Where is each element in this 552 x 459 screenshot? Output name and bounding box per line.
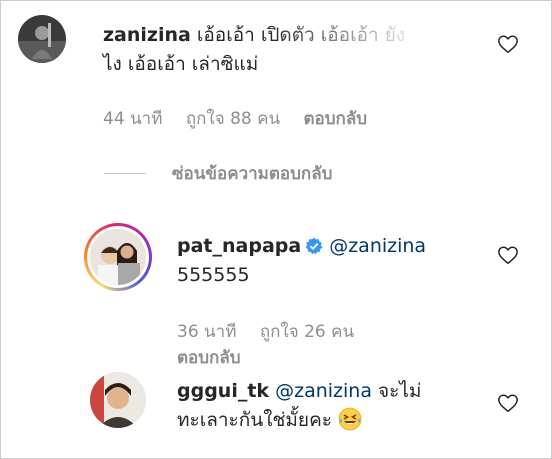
comment-text-line2: ทะเลาะกันใช่มั้ยคะ: [177, 409, 332, 431]
reply-button[interactable]: ตอบกลับ: [304, 109, 368, 129]
avatar-photo-icon: [18, 15, 66, 63]
mention-link[interactable]: @zanizina: [329, 235, 426, 257]
comment-likes[interactable]: ถูกใจ 88 คน: [186, 109, 280, 129]
comment-likes[interactable]: ถูกใจ 26 คน: [260, 322, 354, 342]
avatar-zanizina[interactable]: [18, 15, 66, 63]
reply-button[interactable]: ตอบกลับ: [177, 348, 241, 368]
avatar-pat-napapa[interactable]: [90, 229, 146, 285]
comment-text: 555555: [177, 264, 250, 286]
comment-time[interactable]: 44 นาที: [103, 109, 162, 129]
like-heart-icon[interactable]: [497, 392, 519, 414]
comment-username[interactable]: zanizina: [103, 24, 191, 46]
comment-time[interactable]: 36 นาที: [177, 322, 236, 342]
avatar-gggui-tk[interactable]: [90, 372, 146, 428]
like-heart-icon[interactable]: [497, 244, 519, 266]
mention-link[interactable]: @zanizina: [275, 380, 372, 402]
comment-body: gggui_tk @zanizina จะไม่ ทะเลาะกันใช่มั้…: [177, 377, 497, 435]
hide-replies-button[interactable]: ซ่อนข้อความตอบกลับ: [104, 160, 332, 187]
comment-meta: 44 นาที ถูกใจ 88 คน ตอบกลับ: [103, 105, 385, 132]
comment-body: zanizina เอ้อเอ้า เปิดตัว เอ้อเอ้า ยัง ไ…: [103, 21, 463, 79]
comment-meta: 36 นาที ถูกใจ 26 คน: [177, 318, 372, 345]
grinning-squinting-tears-emoji-icon: [338, 407, 362, 431]
comment-body: pat_napapa @zanizina 555555: [177, 232, 477, 290]
comment-text-line1: จะไม่: [378, 380, 422, 402]
verified-badge-icon: [305, 235, 323, 255]
comment-username[interactable]: gggui_tk: [177, 380, 269, 402]
divider-line: [104, 173, 146, 174]
comment-username[interactable]: pat_napapa: [177, 235, 301, 257]
avatar-photo-icon: [90, 372, 146, 428]
comment-text-line2: ไง เอ้อเอ้า เล่าซิแม่: [103, 53, 259, 75]
comment-text-line1: เอ้อเอ้า เปิดตัว เอ้อเอ้า ยัง: [196, 24, 406, 46]
comment-meta-reply: ตอบกลับ: [177, 344, 259, 371]
avatar-photo-icon: [90, 229, 146, 285]
like-heart-icon[interactable]: [497, 33, 519, 55]
hide-replies-label: ซ่อนข้อความตอบกลับ: [172, 164, 333, 184]
